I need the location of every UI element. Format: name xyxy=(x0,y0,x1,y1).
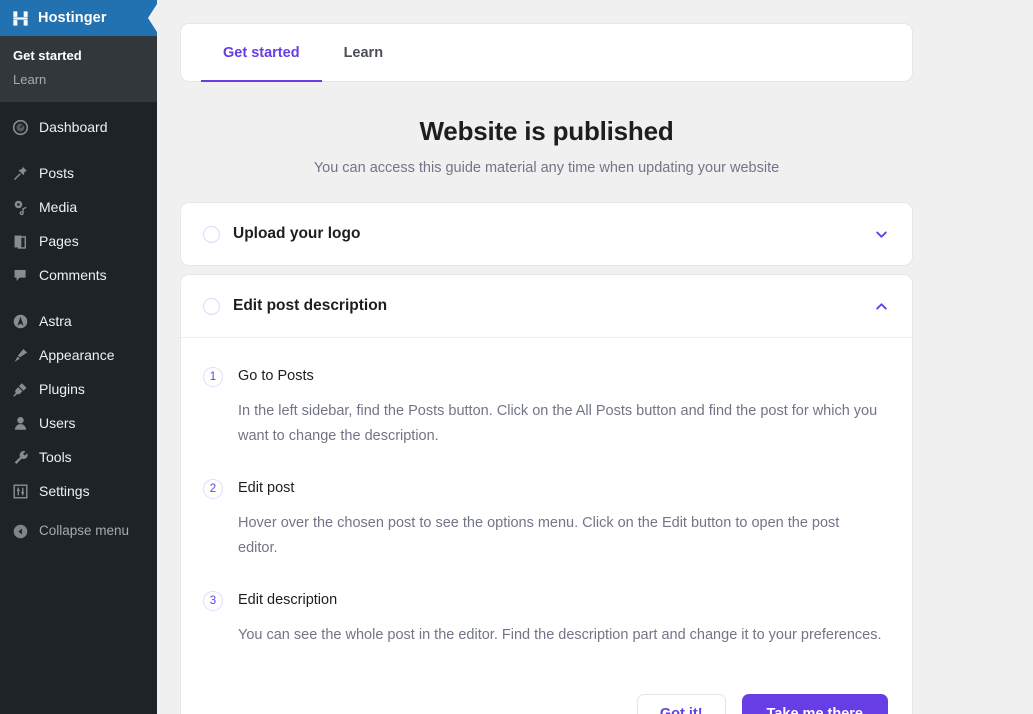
hostinger-submenu: Get started Learn xyxy=(0,36,157,102)
submenu-item-get-started[interactable]: Get started xyxy=(0,44,157,68)
tab-get-started[interactable]: Get started xyxy=(201,24,322,82)
sidebar-item-label: Astra xyxy=(39,313,72,329)
sidebar-item-label: Settings xyxy=(39,483,90,499)
submenu-item-learn[interactable]: Learn xyxy=(0,68,157,92)
brand-title: Hostinger xyxy=(38,10,107,26)
settings-sliders-icon xyxy=(10,481,30,501)
sidebar-item-users[interactable]: Users xyxy=(0,406,157,440)
wordpress-admin-screen: Hostinger Get started Learn Dashboard Po… xyxy=(0,0,1033,714)
step-number: 1 xyxy=(203,367,223,387)
sidebar-item-plugins[interactable]: Plugins xyxy=(0,372,157,406)
dashboard-icon xyxy=(10,117,30,137)
sidebar-item-media[interactable]: Media xyxy=(0,190,157,224)
accordion-title: Upload your logo xyxy=(233,225,361,242)
guide-accordion-list: Upload your logo Edit post description 1… xyxy=(181,203,912,714)
sidebar-item-tools[interactable]: Tools xyxy=(0,440,157,474)
chevron-down-icon[interactable] xyxy=(872,225,890,243)
accordion-actions: Got it! Take me there xyxy=(203,694,890,714)
got-it-button[interactable]: Got it! xyxy=(636,694,726,714)
media-icon xyxy=(10,197,30,217)
sidebar-item-pages[interactable]: Pages xyxy=(0,224,157,258)
wrench-icon xyxy=(10,447,30,467)
collapse-arrow-icon xyxy=(10,521,30,541)
hostinger-h-logo-icon xyxy=(9,7,31,29)
sidebar-item-astra[interactable]: Astra xyxy=(0,304,157,338)
accordion-body: 1 Go to Posts In the left sidebar, find … xyxy=(181,337,912,714)
sidebar-item-appearance[interactable]: Appearance xyxy=(0,338,157,372)
pages-icon xyxy=(10,231,30,251)
step-description: In the left sidebar, find the Posts butt… xyxy=(238,403,878,444)
step-title: Edit description xyxy=(238,592,338,608)
page-title: Website is published xyxy=(419,116,674,146)
guide-step: 3 Edit description You can see the whole… xyxy=(203,590,890,670)
page-subtitle: You can access this guide material any t… xyxy=(313,160,780,176)
sidebar-item-dashboard[interactable]: Dashboard xyxy=(0,110,157,144)
step-description: You can see the whole post in the editor… xyxy=(238,627,882,643)
admin-sidebar: Hostinger Get started Learn Dashboard Po… xyxy=(0,0,157,714)
sidebar-item-comments[interactable]: Comments xyxy=(0,258,157,292)
step-number: 3 xyxy=(203,591,223,611)
accordion-title: Edit post description xyxy=(233,297,388,314)
sidebar-collapse-menu-button[interactable]: Collapse menu xyxy=(0,514,157,548)
sidebar-item-label: Posts xyxy=(39,165,75,181)
take-me-there-button[interactable]: Take me there xyxy=(741,694,888,714)
main-content: Get started Learn Website is published Y… xyxy=(157,0,1033,714)
page-heading: Website is published You can access this… xyxy=(181,116,912,176)
chevron-up-icon[interactable] xyxy=(872,297,890,315)
guide-step: 2 Edit post Hover over the chosen post t… xyxy=(203,478,890,583)
tabs-bar: Get started Learn xyxy=(181,24,912,82)
sidebar-item-label: Users xyxy=(39,415,76,431)
astra-icon xyxy=(10,311,30,331)
admin-menu: Dashboard Posts Media Pages Comments Ast… xyxy=(0,102,157,548)
plugin-icon xyxy=(10,379,30,399)
accordion-edit-post-description: Edit post description 1 Go to Posts In t… xyxy=(181,275,912,714)
accordion-header[interactable]: Edit post description xyxy=(181,275,912,337)
step-title: Go to Posts xyxy=(238,368,314,384)
pin-icon xyxy=(10,163,30,183)
hostinger-brand-header[interactable]: Hostinger xyxy=(0,0,157,36)
menu-divider xyxy=(0,144,157,156)
step-description: Hover over the chosen post to see the op… xyxy=(238,515,840,556)
sidebar-item-label: Tools xyxy=(39,449,72,465)
step-title: Edit post xyxy=(238,480,295,496)
appearance-brush-icon xyxy=(10,345,30,365)
step-complete-circle-icon xyxy=(203,225,220,243)
menu-divider xyxy=(0,292,157,304)
sidebar-item-posts[interactable]: Posts xyxy=(0,156,157,190)
sidebar-item-label: Appearance xyxy=(39,347,115,363)
sidebar-item-label: Dashboard xyxy=(39,119,108,135)
user-icon xyxy=(10,413,30,433)
sidebar-item-label: Comments xyxy=(39,267,107,283)
sidebar-item-settings[interactable]: Settings xyxy=(0,474,157,508)
comments-icon xyxy=(10,265,30,285)
collapse-menu-label: Collapse menu xyxy=(39,523,130,539)
sidebar-item-label: Media xyxy=(39,199,78,215)
sidebar-collapse-notch-icon xyxy=(144,4,157,32)
accordion-upload-your-logo: Upload your logo xyxy=(181,203,912,265)
step-number: 2 xyxy=(203,479,223,499)
tab-learn[interactable]: Learn xyxy=(322,24,406,81)
sidebar-item-label: Pages xyxy=(39,233,79,249)
guide-step: 1 Go to Posts In the left sidebar, find … xyxy=(203,366,890,471)
step-complete-circle-icon xyxy=(203,297,220,315)
sidebar-item-label: Plugins xyxy=(39,381,85,397)
accordion-header[interactable]: Upload your logo xyxy=(181,203,912,265)
